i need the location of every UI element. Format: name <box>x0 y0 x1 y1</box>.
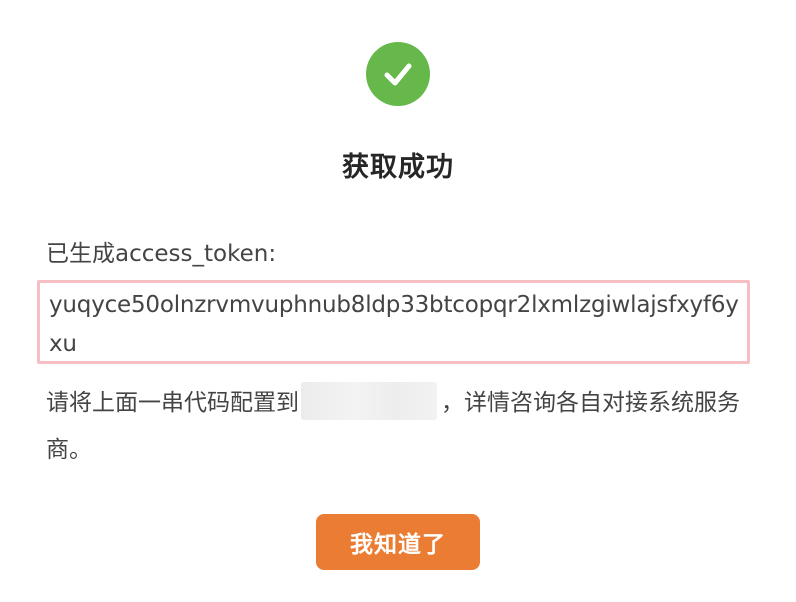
access-token-value[interactable]: yuqyce50olnzrvmvuphnub8ldp33btcopqr2lxml… <box>49 286 739 364</box>
token-label: 已生成access_token: <box>46 241 277 267</box>
acknowledge-button[interactable]: 我知道了 <box>316 514 480 570</box>
checkmark-icon <box>384 63 412 86</box>
instruction-text: 请将上面一串代码配置到 ，详情咨询各自对接系统服务商。 <box>46 380 756 474</box>
redacted-system-name <box>301 382 437 420</box>
token-box: yuqyce50olnzrvmvuphnub8ldp33btcopqr2lxml… <box>37 280 750 364</box>
check-circle-icon <box>366 42 430 106</box>
success-dialog: 获取成功 已生成access_token: yuqyce50olnzrvmvup… <box>0 0 796 602</box>
instruction-text-before: 请将上面一串代码配置到 <box>46 390 299 416</box>
dialog-title: 获取成功 <box>342 152 454 183</box>
